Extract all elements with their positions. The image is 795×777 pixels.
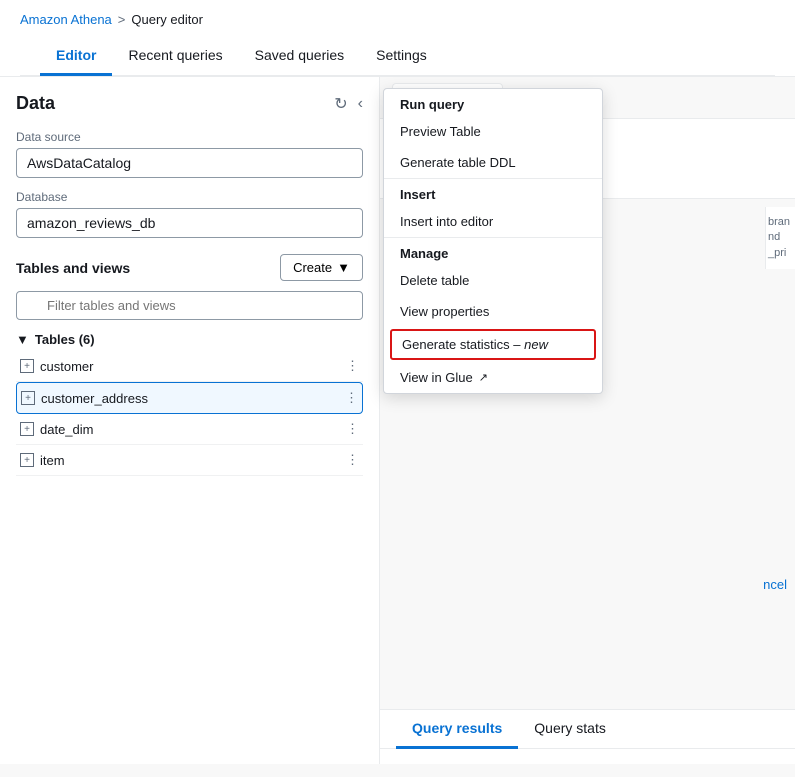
filter-input[interactable]: [16, 291, 363, 320]
right-side-peek: bran nd _pri: [765, 207, 795, 269]
context-item-generate-statistics[interactable]: Generate statistics – new: [390, 329, 596, 360]
tables-section: ▼ Tables (6) + customer ⋮ + customer_add…: [16, 332, 363, 476]
table-options-icon-item[interactable]: ⋮: [346, 452, 359, 468]
data-source-label: Data source: [16, 130, 363, 144]
panel-actions: ↻ ‹: [334, 94, 363, 114]
new-badge: new: [524, 337, 548, 352]
table-name-item: item: [40, 453, 65, 468]
breadcrumb-parent[interactable]: Amazon Athena: [20, 12, 112, 27]
context-section-header-insert: Insert: [384, 179, 602, 206]
create-button[interactable]: Create ▼: [280, 254, 363, 281]
results-tabs: Query results Query stats: [380, 710, 795, 749]
breadcrumb-bar: Amazon Athena > Query editor Editor Rece…: [0, 0, 795, 77]
peek-text: bran nd _pri: [768, 216, 790, 259]
context-section-header-run: Run query: [384, 89, 602, 116]
context-section-run: Run query Preview Table Generate table D…: [384, 89, 602, 178]
context-item-delete-table[interactable]: Delete table: [384, 265, 602, 296]
table-name-date-dim: date_dim: [40, 422, 93, 437]
table-name-customer-address: customer_address: [41, 391, 148, 406]
expand-icon: +: [21, 391, 35, 405]
tab-settings[interactable]: Settings: [360, 37, 443, 76]
expand-icon: +: [20, 422, 34, 436]
results-area: Query results Query stats: [380, 709, 795, 764]
tab-recent-queries[interactable]: Recent queries: [112, 37, 238, 76]
table-item-date-dim[interactable]: + date_dim ⋮: [16, 414, 363, 445]
main-tabs: Editor Recent queries Saved queries Sett…: [20, 37, 775, 76]
cancel-label: ncel: [763, 577, 787, 592]
data-source-field: Data source AwsDataCatalog: [16, 130, 363, 178]
table-options-icon-date-dim[interactable]: ⋮: [346, 421, 359, 437]
table-name-customer: customer: [40, 359, 93, 374]
tables-header: Tables and views Create ▼: [16, 254, 363, 281]
external-link-icon: ↗: [479, 371, 488, 384]
table-item-customer-address[interactable]: + customer_address ⋮: [16, 382, 363, 414]
context-item-view-in-glue[interactable]: View in Glue ↗: [384, 362, 602, 393]
context-item-generate-ddl[interactable]: Generate table DDL: [384, 147, 602, 178]
collapse-icon[interactable]: ‹: [358, 95, 363, 113]
context-menu: Run query Preview Table Generate table D…: [383, 88, 603, 394]
breadcrumb-separator: >: [118, 12, 126, 27]
expand-icon: +: [20, 453, 34, 467]
context-item-preview-table[interactable]: Preview Table: [384, 116, 602, 147]
left-panel: Data ↻ ‹ Data source AwsDataCatalog Data…: [0, 77, 380, 764]
database-field: Database amazon_reviews_db: [16, 190, 363, 238]
context-item-insert-into-editor[interactable]: Insert into editor: [384, 206, 602, 237]
create-label: Create: [293, 260, 332, 275]
context-item-view-properties[interactable]: View properties: [384, 296, 602, 327]
tab-editor[interactable]: Editor: [40, 37, 112, 76]
breadcrumb: Amazon Athena > Query editor: [20, 12, 775, 37]
table-item-item[interactable]: + item ⋮: [16, 445, 363, 476]
database-value: amazon_reviews_db: [16, 208, 363, 238]
filter-wrapper: 🔍: [16, 291, 363, 320]
tab-query-results[interactable]: Query results: [396, 710, 518, 749]
refresh-icon[interactable]: ↻: [334, 94, 347, 114]
breadcrumb-current: Query editor: [131, 12, 203, 27]
table-options-icon-customer[interactable]: ⋮: [346, 358, 359, 374]
database-label: Database: [16, 190, 363, 204]
data-source-value: AwsDataCatalog: [16, 148, 363, 178]
tables-collapse-icon[interactable]: ▼: [16, 332, 29, 347]
tables-title-row: ▼ Tables (6): [16, 332, 363, 347]
tables-count-label: Tables (6): [35, 332, 95, 347]
tables-label: Tables and views: [16, 260, 130, 276]
context-section-insert: Insert Insert into editor: [384, 178, 602, 237]
panel-title: Data: [16, 93, 55, 114]
table-options-icon-customer-address[interactable]: ⋮: [345, 390, 358, 406]
cancel-area[interactable]: ncel: [763, 577, 787, 592]
context-section-manage: Manage Delete table View properties Gene…: [384, 237, 602, 393]
tab-saved-queries[interactable]: Saved queries: [239, 37, 361, 76]
table-item-customer[interactable]: + customer ⋮: [16, 351, 363, 382]
panel-header: Data ↻ ‹: [16, 93, 363, 114]
context-section-header-manage: Manage: [384, 238, 602, 265]
expand-icon: +: [20, 359, 34, 373]
tab-query-stats[interactable]: Query stats: [518, 710, 622, 749]
create-chevron-icon: ▼: [337, 260, 350, 275]
